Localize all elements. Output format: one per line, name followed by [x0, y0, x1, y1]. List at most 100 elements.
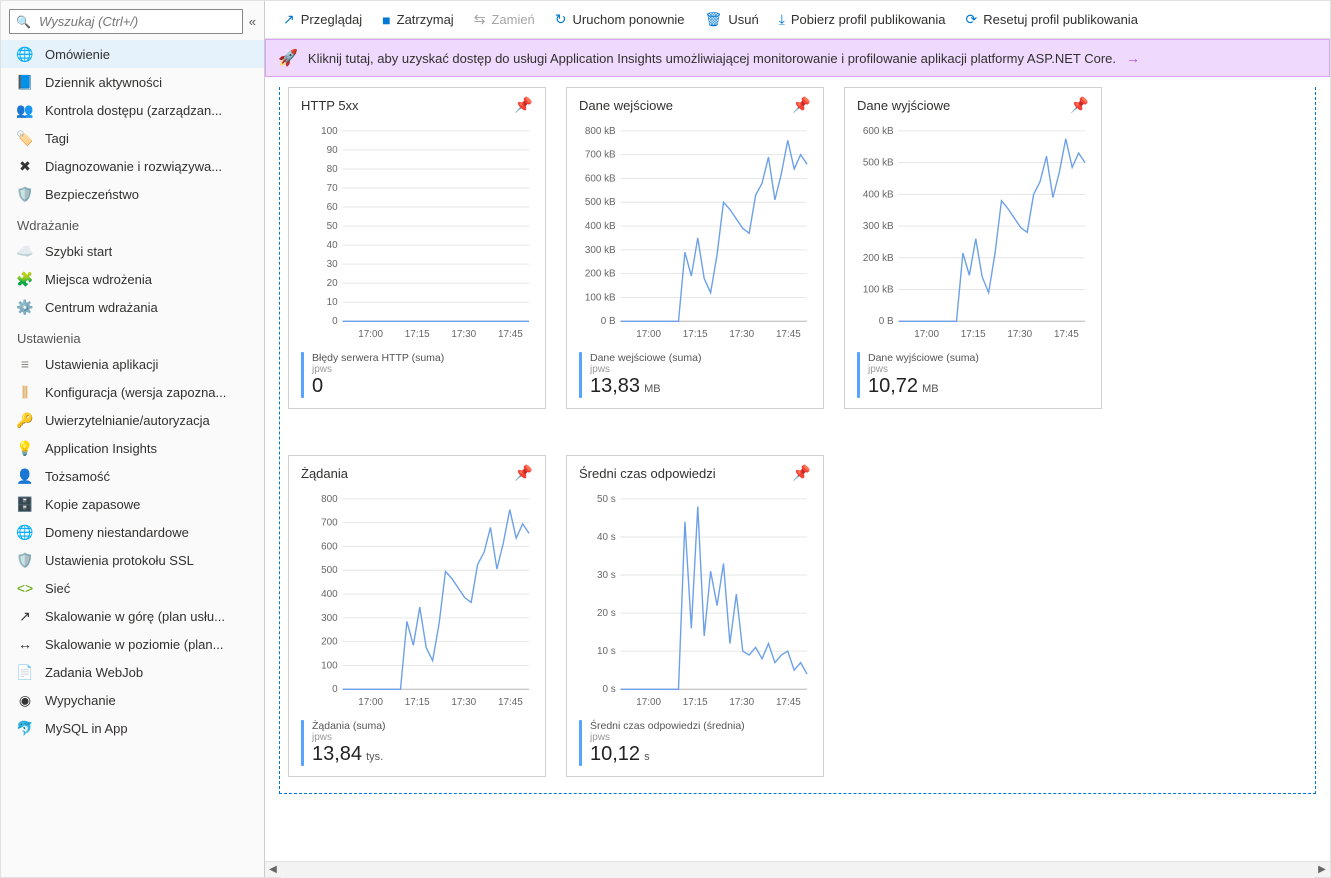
svg-text:17:45: 17:45 — [498, 329, 523, 340]
cmd-button[interactable]: ■Zatrzymaj — [376, 8, 460, 32]
metric-card[interactable]: Średni czas odpowiedzi 📌 0 s10 s20 s30 s… — [566, 455, 824, 777]
sidebar-item[interactable]: ✖Diagnozowanie i rozwiązywa... — [1, 152, 264, 180]
cmd-icon: ⇆ — [474, 11, 486, 28]
collapse-sidebar-icon[interactable]: « — [249, 14, 256, 29]
cmd-label: Pobierz profil publikowania — [791, 12, 946, 27]
metric-subtext: jpws — [590, 364, 701, 375]
chart: 010020030040050060070080017:0017:1517:30… — [289, 486, 545, 716]
app-insights-banner[interactable]: 🚀 Kliknij tutaj, aby uzyskać dostęp do u… — [265, 39, 1330, 77]
sidebar-item-icon: 🧩 — [17, 271, 33, 287]
sidebar-item-label: Application Insights — [45, 441, 157, 456]
sidebar-item-label: Konfiguracja (wersja zapozna... — [45, 385, 226, 400]
cmd-button[interactable]: ⤓Pobierz profil publikowania — [773, 7, 952, 32]
metric-value: 13,83MB — [590, 375, 701, 398]
sidebar-item-label: Omówienie — [45, 47, 110, 62]
pin-icon[interactable]: 📌 — [514, 464, 533, 482]
pin-icon[interactable]: 📌 — [792, 96, 811, 114]
sidebar-item[interactable]: 🧩 Miejsca wdrożenia — [1, 265, 264, 293]
sidebar-item[interactable]: ≡Ustawienia aplikacji — [1, 350, 264, 378]
sidebar-item[interactable]: 👥Kontrola dostępu (zarządzan... — [1, 96, 264, 124]
cmd-button[interactable]: 🗑Usuń — [699, 7, 765, 32]
metric-value: 10,12s — [590, 743, 745, 766]
cmd-icon: ↻ — [555, 11, 567, 28]
cmd-icon: ■ — [382, 12, 390, 28]
sidebar-item-label: Tagi — [45, 131, 69, 146]
metric-card[interactable]: Żądania 📌 010020030040050060070080017:00… — [288, 455, 546, 777]
chart: 0 s10 s20 s30 s40 s50 s17:0017:1517:3017… — [567, 486, 823, 716]
sidebar-item[interactable]: ⚙️Centrum wdrażania — [1, 293, 264, 321]
sidebar-item-label: Ustawienia protokołu SSL — [45, 553, 194, 568]
sidebar-group-label: Ustawienia — [1, 321, 264, 350]
sidebar-item[interactable]: ◉Wypychanie — [1, 686, 264, 714]
svg-text:500: 500 — [321, 565, 338, 576]
card-title: Dane wyjściowe — [857, 98, 950, 113]
sidebar-item[interactable]: 🌐Omówienie — [1, 40, 264, 68]
sidebar-item[interactable]: 🌐Domeny niestandardowe — [1, 518, 264, 546]
metric-summary: Błędy serwera HTTP (suma) jpws 0 — [289, 348, 545, 408]
svg-text:500 kB: 500 kB — [863, 158, 894, 169]
search-icon: 🔍 — [16, 15, 31, 29]
cmd-button[interactable]: ⟳Resetuj profil publikowania — [960, 7, 1144, 32]
pin-icon[interactable]: 📌 — [514, 96, 533, 114]
chart: 0 B100 kB200 kB300 kB400 kB500 kB600 kB7… — [567, 118, 823, 348]
sidebar-search[interactable]: 🔍 — [9, 9, 243, 34]
svg-text:800 kB: 800 kB — [585, 126, 616, 137]
horizontal-scrollbar[interactable]: ◀ ▶ — [265, 861, 1330, 877]
sidebar-item[interactable]: 🔑Uwierzytelnianie/autoryzacja — [1, 406, 264, 434]
cmd-button[interactable]: ↗Przeglądaj — [277, 7, 368, 32]
sidebar-item-icon: ↔ — [17, 636, 33, 652]
sidebar-item[interactable]: 📘Dziennik aktywności — [1, 68, 264, 96]
pin-icon[interactable]: 📌 — [1070, 96, 1089, 114]
sidebar-item-label: Wypychanie — [45, 693, 116, 708]
svg-text:100 kB: 100 kB — [863, 285, 894, 296]
pin-icon[interactable]: 📌 — [792, 464, 811, 482]
metrics-container: HTTP 5xx 📌 010203040506070809010017:0017… — [279, 87, 1316, 794]
sidebar-item-icon: ≡ — [17, 356, 33, 372]
sidebar-item[interactable]: 🛡️Bezpieczeństwo — [1, 180, 264, 208]
sidebar-item[interactable]: ↔Skalowanie w poziomie (plan... — [1, 630, 264, 658]
sidebar-item[interactable]: 🛡️ Ustawienia protokołu SSL — [1, 546, 264, 574]
svg-text:80: 80 — [327, 164, 339, 175]
svg-text:70: 70 — [327, 183, 339, 194]
svg-text:17:15: 17:15 — [405, 329, 430, 340]
metric-summary: Dane wyjściowe (suma) jpws 10,72MB — [845, 348, 1101, 408]
svg-text:200: 200 — [321, 637, 338, 648]
sidebar-item-icon: ⚙️ — [17, 299, 33, 315]
sidebar-item[interactable]: 🏷️Tagi — [1, 124, 264, 152]
sidebar-item[interactable]: 💡 Application Insights — [1, 434, 264, 462]
scroll-right-icon[interactable]: ▶ — [1314, 862, 1330, 878]
svg-text:400 kB: 400 kB — [863, 189, 894, 200]
content-scroll[interactable]: HTTP 5xx 📌 010203040506070809010017:0017… — [265, 77, 1330, 861]
sidebar-item[interactable]: ☁️Szybki start — [1, 237, 264, 265]
sidebar-item-label: Miejsca wdrożenia — [45, 272, 152, 287]
sidebar-item[interactable]: ⫼ Konfiguracja (wersja zapozna... — [1, 378, 264, 406]
svg-text:17:15: 17:15 — [405, 697, 430, 708]
cmd-button[interactable]: ↻Uruchom ponownie — [549, 7, 691, 32]
sidebar-item[interactable]: <>Sieć — [1, 574, 264, 602]
sidebar-item-label: Zadania WebJob — [45, 665, 143, 680]
sidebar-item[interactable]: 🗄️Kopie zapasowe — [1, 490, 264, 518]
scroll-left-icon[interactable]: ◀ — [265, 862, 281, 878]
sidebar-item[interactable]: 🐬MySQL in App — [1, 714, 264, 742]
banner-text: Kliknij tutaj, aby uzyskać dostęp do usł… — [308, 51, 1116, 66]
cmd-icon: ⟳ — [966, 11, 978, 28]
metric-card[interactable]: Dane wyjściowe 📌 0 B100 kB200 kB300 kB40… — [844, 87, 1102, 409]
cmd-label: Usuń — [728, 12, 758, 27]
sidebar-item-icon: ⫼ — [17, 384, 33, 400]
sidebar-item-icon: 🌐 — [17, 524, 33, 540]
sidebar-item-icon: 🛡️ — [17, 552, 33, 568]
card-row: HTTP 5xx 📌 010203040506070809010017:0017… — [288, 87, 1307, 777]
metric-value: 10,72MB — [868, 375, 979, 398]
metric-card[interactable]: HTTP 5xx 📌 010203040506070809010017:0017… — [288, 87, 546, 409]
metric-name: Błędy serwera HTTP (suma) — [312, 352, 444, 364]
sidebar-item[interactable]: ↗Skalowanie w górę (plan usłu... — [1, 602, 264, 630]
sidebar-item-icon: 🛡️ — [17, 186, 33, 202]
sidebar-item[interactable]: 📄Zadania WebJob — [1, 658, 264, 686]
search-input[interactable] — [37, 13, 236, 30]
svg-text:40 s: 40 s — [597, 532, 616, 543]
metric-card[interactable]: Dane wejściowe 📌 0 B100 kB200 kB300 kB40… — [566, 87, 824, 409]
svg-text:100 kB: 100 kB — [585, 292, 616, 303]
sidebar-item-icon: 💡 — [17, 440, 33, 456]
metric-subtext: jpws — [868, 364, 979, 375]
sidebar-item[interactable]: 👤Tożsamość — [1, 462, 264, 490]
